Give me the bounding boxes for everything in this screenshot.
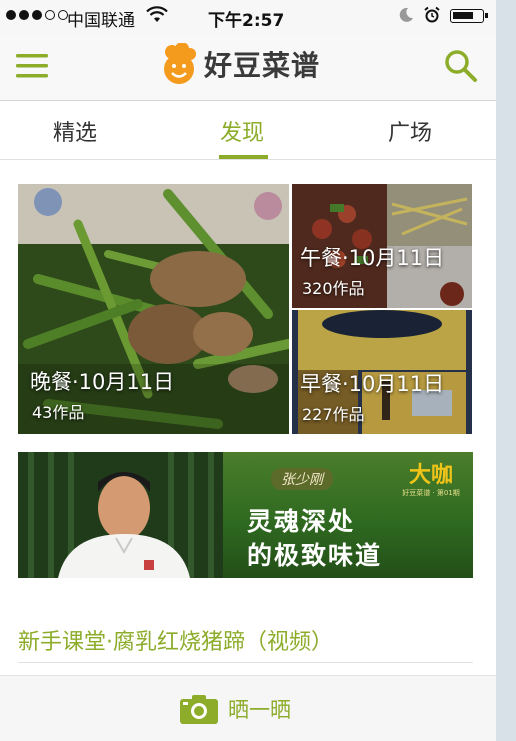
dinner-card[interactable]: 晚餐·10月11日 43作品 [18,184,289,434]
dinner-food-photo [18,184,289,434]
tab-plaza[interactable]: 广场 [388,115,432,147]
breakfast-card-title: 早餐·10月11日 [300,372,445,396]
chef-photo [18,452,223,578]
lunch-card-count: 320作品 [302,279,365,298]
share-label: 晒一晒 [228,698,291,722]
app-name: 好豆菜谱 [204,49,321,82]
bottom-bar: 晒一晒 [0,675,496,741]
app-header: 好豆菜谱 [0,34,496,101]
moon-icon [399,7,413,22]
background-edge [496,0,516,741]
share-photo-button[interactable]: 晒一晒 [180,694,291,724]
alarm-clock-icon [424,6,440,23]
tab-discover[interactable]: 发现 [220,115,264,147]
hamburger-menu-icon[interactable] [16,54,48,78]
dinner-card-count: 43作品 [32,403,85,422]
camera-icon [180,695,218,724]
status-time: 下午2:57 [208,11,285,31]
breakfast-card-count: 227作品 [302,405,365,424]
wifi-icon [146,6,168,22]
banner-brand: 大咖 [408,463,453,488]
search-icon[interactable] [443,48,479,84]
banner-chef-name: 张少刚 [271,468,333,490]
tab-featured[interactable]: 精选 [53,115,97,147]
app-logo: 好豆菜谱 [160,43,320,85]
battery-icon [450,9,488,23]
promo-banner[interactable]: 张少刚 灵魂深处 的极致味道 大咖 好豆菜谱 · 第01期 [18,452,473,578]
app-screen: 中国联通 下午2:57 好豆菜谱 精选 发现 广场 晚餐·10月11日 43作品… [0,0,496,741]
tab-bar: 精选 发现 广场 [0,101,496,160]
breakfast-card[interactable]: 早餐·10月11日 227作品 [292,310,472,434]
dinner-card-title: 晚餐·10月11日 [30,370,175,394]
active-tab-indicator [219,155,268,159]
status-bar: 中国联通 下午2:57 [0,0,496,34]
banner-brand-badge: 大咖 好豆菜谱 · 第01期 [402,464,460,500]
signal-strength-icon [6,10,68,20]
chef-hat-logo-icon [164,43,196,84]
banner-slogan-line1: 灵魂深处 [247,507,356,536]
carrier-name: 中国联通 [67,11,135,31]
lunch-card-title: 午餐·10月11日 [300,246,445,270]
divider [18,662,473,663]
article-link[interactable]: 新手课堂·腐乳红烧猪蹄（视频） [18,624,333,656]
lunch-card[interactable]: 午餐·10月11日 320作品 [292,184,472,308]
banner-brand-sub: 好豆菜谱 · 第01期 [402,489,460,497]
banner-slogan-line2: 的极致味道 [247,541,383,570]
